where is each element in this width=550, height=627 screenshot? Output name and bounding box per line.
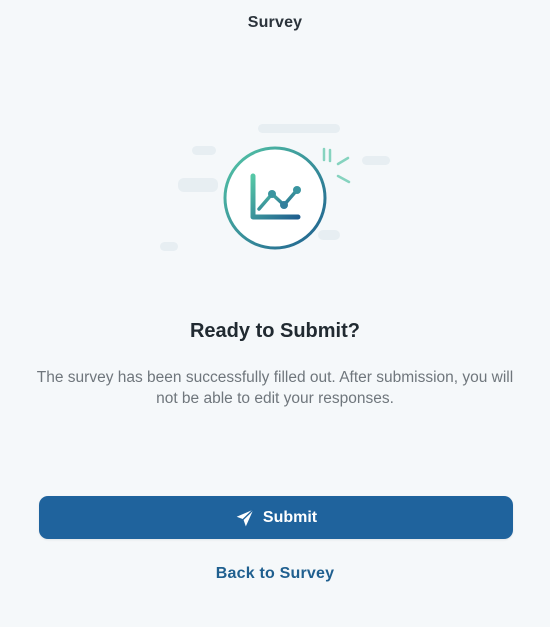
decorative-bar	[160, 242, 178, 251]
decorative-bar	[178, 178, 218, 192]
survey-illustration	[150, 118, 400, 258]
decorative-bar	[192, 146, 216, 155]
submit-button[interactable]: Submit	[39, 496, 513, 539]
chart-icon	[223, 146, 327, 250]
send-icon	[236, 508, 254, 526]
confirmation-description: The survey has been successfully filled …	[36, 369, 514, 407]
decorative-bar	[258, 124, 340, 133]
submit-button-label: Submit	[262, 508, 318, 526]
confirmation-heading: Ready to Submit?	[189, 320, 360, 342]
page-title: Survey	[247, 14, 303, 31]
submit-confirmation-screen: Survey Ready to Submit? The survey has b…	[0, 0, 550, 627]
back-to-survey-link[interactable]: Back to Survey	[0, 565, 550, 583]
decorative-bar	[362, 156, 390, 165]
sparkle-icon	[328, 148, 351, 184]
